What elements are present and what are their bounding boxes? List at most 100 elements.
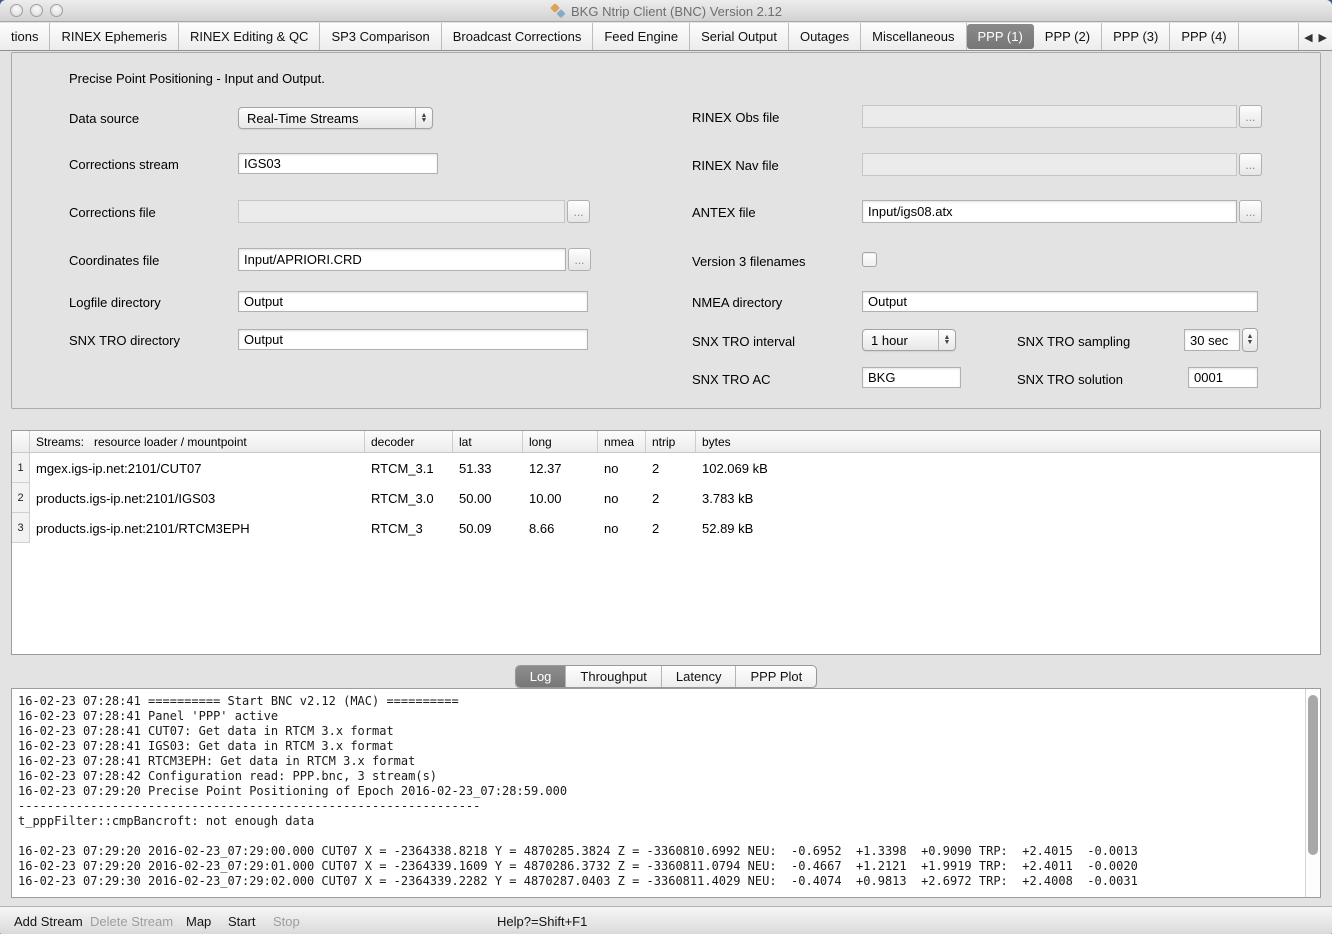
column-header[interactable]: bytes <box>696 431 1320 452</box>
log-line: 16-02-23 07:28:42 Configuration read: PP… <box>18 769 1300 784</box>
logfile-directory-label: Logfile directory <box>69 295 161 310</box>
cell-long: 8.66 <box>523 513 598 543</box>
log-line: 16-02-23 07:29:20 2016-02-23_07:29:00.00… <box>18 844 1300 859</box>
rinex-obs-file-label: RINEX Obs file <box>692 110 779 125</box>
corrections-file-browse-button[interactable]: ... <box>567 200 590 223</box>
tab-feed-engine[interactable]: Feed Engine <box>593 23 690 50</box>
log-tab-bar: LogThroughputLatencyPPP Plot <box>0 665 1332 688</box>
snx-tro-solution-input[interactable] <box>1188 367 1258 388</box>
table-corner-header[interactable] <box>12 431 30 452</box>
table-row[interactable]: 3products.igs-ip.net:2101/RTCM3EPHRTCM_3… <box>12 513 1320 543</box>
log-line: 16-02-23 07:28:41 IGS03: Get data in RTC… <box>18 739 1300 754</box>
coordinates-file-input[interactable] <box>238 248 566 271</box>
snx-tro-ac-label: SNX TRO AC <box>692 372 771 387</box>
cell-lat: 50.00 <box>453 483 523 513</box>
corrections-stream-input[interactable] <box>238 153 438 174</box>
version3-filenames-label: Version 3 filenames <box>692 254 805 269</box>
data-source-value: Real-Time Streams <box>239 111 415 126</box>
tab-broadcast-corrections[interactable]: Broadcast Corrections <box>442 23 594 50</box>
log-tab-ppp-plot[interactable]: PPP Plot <box>736 666 816 687</box>
cell-decoder: RTCM_3 <box>365 513 453 543</box>
cell-long: 10.00 <box>523 483 598 513</box>
column-header[interactable]: ntrip <box>646 431 696 452</box>
map-button[interactable]: Map <box>186 907 211 934</box>
title-container: BKG Ntrip Client (BNC) Version 2.12 <box>0 0 1332 22</box>
log-output: 16-02-23 07:28:41 ========== Start BNC v… <box>11 688 1321 898</box>
streams-table-header: Streams: resource loader / mountpointdec… <box>12 431 1320 453</box>
tab-ppp-2-[interactable]: PPP (2) <box>1034 23 1102 50</box>
cell-nmea: no <box>598 453 646 483</box>
data-source-label: Data source <box>69 111 139 126</box>
log-scrollbar-thumb[interactable] <box>1308 695 1318 855</box>
log-tab-throughput[interactable]: Throughput <box>566 666 662 687</box>
snx-tro-directory-input[interactable] <box>238 329 588 350</box>
coordinates-file-browse-button[interactable]: ... <box>568 248 591 271</box>
snx-tro-sampling-input[interactable] <box>1184 329 1240 351</box>
cell-mountpoint: mgex.igs-ip.net:2101/CUT07 <box>30 453 365 483</box>
tab-scroll-left-icon[interactable]: ◀ <box>1301 31 1315 44</box>
tab-serial-output[interactable]: Serial Output <box>690 23 789 50</box>
log-line: 16-02-23 07:28:41 RTCM3EPH: Get data in … <box>18 754 1300 769</box>
tab-ppp-4-[interactable]: PPP (4) <box>1170 23 1238 50</box>
row-number[interactable]: 1 <box>12 453 30 483</box>
corrections-file-input[interactable] <box>238 200 565 223</box>
cell-ntrip: 2 <box>646 513 696 543</box>
tab-sp3-comparison[interactable]: SP3 Comparison <box>320 23 441 50</box>
log-line: 16-02-23 07:29:20 2016-02-23_07:29:01.00… <box>18 859 1300 874</box>
stop-button[interactable]: Stop <box>273 907 300 934</box>
log-scrollbar[interactable] <box>1305 689 1320 897</box>
rinex-obs-file-browse-button[interactable]: ... <box>1239 105 1262 128</box>
tab-scroll-right-icon[interactable]: ▶ <box>1316 31 1330 44</box>
snx-tro-interval-label: SNX TRO interval <box>692 334 795 349</box>
log-line: 16-02-23 07:29:30 2016-02-23_07:29:02.00… <box>18 874 1300 889</box>
snx-tro-directory-label: SNX TRO directory <box>69 333 180 348</box>
rinex-nav-file-browse-button[interactable]: ... <box>1239 153 1262 176</box>
tab-rinex-editing-qc[interactable]: RINEX Editing & QC <box>179 23 321 50</box>
log-line: t_pppFilter::cmpBancroft: not enough dat… <box>18 814 1300 829</box>
cell-mountpoint: products.igs-ip.net:2101/RTCM3EPH <box>30 513 365 543</box>
coordinates-file-label: Coordinates file <box>69 253 159 268</box>
row-number[interactable]: 3 <box>12 513 30 543</box>
tab-outages[interactable]: Outages <box>789 23 861 50</box>
tab-tions[interactable]: tions <box>0 23 50 50</box>
nmea-directory-input[interactable] <box>862 291 1258 312</box>
cell-bytes: 102.069 kB <box>696 453 1320 483</box>
tab-miscellaneous[interactable]: Miscellaneous <box>861 23 966 50</box>
column-header[interactable]: nmea <box>598 431 646 452</box>
column-header[interactable]: long <box>523 431 598 452</box>
log-tab-latency[interactable]: Latency <box>662 666 737 687</box>
cell-ntrip: 2 <box>646 453 696 483</box>
rinex-obs-file-input[interactable] <box>862 105 1237 128</box>
logfile-directory-input[interactable] <box>238 291 588 312</box>
cell-bytes: 3.783 kB <box>696 483 1320 513</box>
cell-nmea: no <box>598 483 646 513</box>
table-row[interactable]: 2products.igs-ip.net:2101/IGS03RTCM_3.05… <box>12 483 1320 513</box>
log-tab-log[interactable]: Log <box>516 666 567 687</box>
data-source-select[interactable]: Real-Time Streams ▲▼ <box>238 107 433 129</box>
main-tab-bar: tionsRINEX EphemerisRINEX Editing & QCSP… <box>0 23 1332 51</box>
delete-stream-button[interactable]: Delete Stream <box>90 907 173 934</box>
antex-file-input[interactable] <box>862 200 1237 223</box>
help-hint: Help?=Shift+F1 <box>497 907 587 934</box>
table-row[interactable]: 1mgex.igs-ip.net:2101/CUT07RTCM_3.151.33… <box>12 453 1320 483</box>
log-line <box>18 829 1300 844</box>
snx-tro-ac-input[interactable] <box>862 367 961 388</box>
version3-filenames-checkbox[interactable] <box>862 252 877 267</box>
start-button[interactable]: Start <box>228 907 255 934</box>
popup-stepper-icon: ▲▼ <box>415 108 432 128</box>
antex-file-browse-button[interactable]: ... <box>1239 200 1262 223</box>
cell-decoder: RTCM_3.1 <box>365 453 453 483</box>
tab-ppp-1-[interactable]: PPP (1) <box>967 24 1034 49</box>
cell-bytes: 52.89 kB <box>696 513 1320 543</box>
add-stream-button[interactable]: Add Stream <box>14 907 83 934</box>
column-header[interactable]: Streams: resource loader / mountpoint <box>30 431 365 452</box>
column-header[interactable]: lat <box>453 431 523 452</box>
column-header[interactable]: decoder <box>365 431 453 452</box>
tab-ppp-3-[interactable]: PPP (3) <box>1102 23 1170 50</box>
row-number[interactable]: 2 <box>12 483 30 513</box>
tab-rinex-ephemeris[interactable]: RINEX Ephemeris <box>50 23 178 50</box>
snx-tro-sampling-stepper[interactable]: ▲▼ <box>1242 328 1258 352</box>
rinex-nav-file-input[interactable] <box>862 153 1237 176</box>
snx-tro-interval-select[interactable]: 1 hour ▲▼ <box>862 329 956 351</box>
log-line: 16-02-23 07:28:41 CUT07: Get data in RTC… <box>18 724 1300 739</box>
